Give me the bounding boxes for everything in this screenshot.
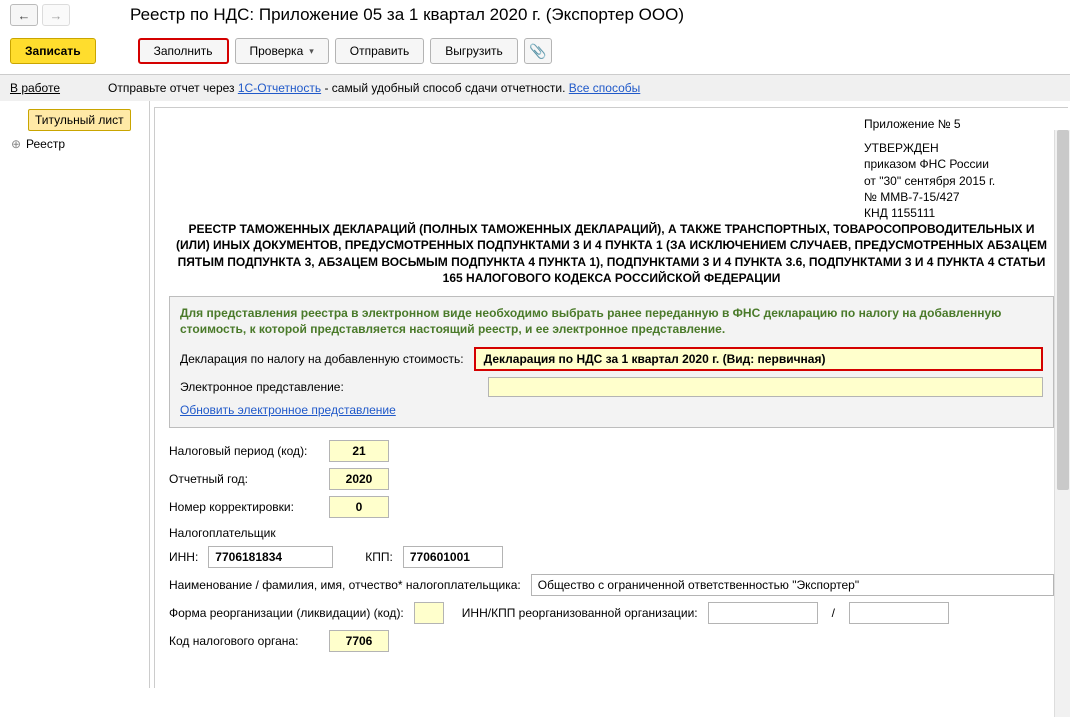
content-area: Приложение № 5 УТВЕРЖДЕН приказом ФНС Ро… [154, 107, 1068, 688]
check-button[interactable]: Проверка ▾ [235, 38, 329, 64]
slash-separator: / [832, 606, 835, 620]
meta-num: № ММВ-7-15/427 [864, 189, 1054, 205]
panel-notice: Для представления реестра в электронном … [180, 305, 1043, 337]
kpp-field[interactable]: 770601001 [403, 546, 503, 568]
one-c-reporting-link[interactable]: 1С-Отчетность [238, 81, 321, 95]
taxorg-field[interactable]: 7706 [329, 630, 389, 652]
period-field[interactable]: 21 [329, 440, 389, 462]
meta-approved: УТВЕРЖДЕН [864, 140, 1054, 156]
tree-item-title-page[interactable]: Титульный лист [28, 109, 131, 131]
name-label: Наименование / фамилия, имя, отчество* н… [169, 578, 521, 592]
reorg-label: Форма реорганизации (ликвидации) (код): [169, 606, 404, 620]
taxpayer-heading: Налогоплательщик [169, 526, 1054, 540]
refresh-eref-link[interactable]: Обновить электронное представление [180, 403, 396, 417]
period-label: Налоговый период (код): [169, 444, 319, 458]
check-button-label: Проверка [250, 44, 304, 58]
arrow-right-icon: → [50, 8, 63, 23]
meta-block: Приложение № 5 УТВЕРЖДЕН приказом ФНС Ро… [864, 116, 1054, 221]
fill-button[interactable]: Заполнить [138, 38, 229, 64]
page-title: Реестр по НДС: Приложение 05 за 1 кварта… [130, 5, 684, 25]
corr-label: Номер корректировки: [169, 500, 319, 514]
write-button[interactable]: Записать [10, 38, 96, 64]
sidebar: Титульный лист ⊕ Реестр [0, 101, 150, 688]
forward-button[interactable]: → [42, 4, 70, 26]
meta-knd: КНД 1155111 [864, 205, 1054, 221]
kpp-label: КПП: [365, 550, 393, 564]
back-button[interactable]: ← [10, 4, 38, 26]
all-ways-link[interactable]: Все способы [569, 81, 641, 95]
export-button[interactable]: Выгрузить [430, 38, 518, 64]
vertical-scrollbar[interactable] [1054, 130, 1070, 717]
expand-icon[interactable]: ⊕ [10, 138, 22, 150]
inn-field[interactable]: 7706181834 [208, 546, 333, 568]
meta-date: от "30" сентября 2015 г. [864, 173, 1054, 189]
decl-label: Декларация по налогу на добавленную стои… [180, 352, 464, 366]
hint-text: Отправьте отчет через 1С-Отчетность - са… [108, 81, 640, 95]
attach-button[interactable]: 📎 [524, 38, 552, 64]
meta-appendix: Приложение № 5 [864, 116, 1054, 132]
arrow-left-icon: ← [18, 8, 31, 23]
eref-field[interactable] [488, 377, 1043, 397]
send-button[interactable]: Отправить [335, 38, 425, 64]
taxorg-label: Код налогового органа: [169, 634, 319, 648]
corr-field[interactable]: 0 [329, 496, 389, 518]
decl-select[interactable]: Декларация по НДС за 1 квартал 2020 г. (… [474, 347, 1043, 371]
meta-order: приказом ФНС России [864, 156, 1054, 172]
reorg-kpp-field[interactable] [849, 602, 949, 624]
status-label[interactable]: В работе [10, 81, 60, 95]
reorg-inn-field[interactable] [708, 602, 818, 624]
inn-label: ИНН: [169, 550, 198, 564]
registry-long-title: РЕЕСТР ТАМОЖЕННЫХ ДЕКЛАРАЦИЙ (ПОЛНЫХ ТАМ… [169, 221, 1054, 286]
year-field[interactable]: 2020 [329, 468, 389, 490]
chevron-down-icon: ▾ [309, 46, 314, 57]
taxpayer-name-field[interactable]: Общество с ограниченной ответственностью… [531, 574, 1054, 596]
scroll-thumb[interactable] [1057, 130, 1069, 490]
reorg-inn-label: ИНН/КПП реорганизованной организации: [462, 606, 698, 620]
year-label: Отчетный год: [169, 472, 319, 486]
tree-item-registry[interactable]: Реестр [26, 137, 65, 151]
declaration-panel: Для представления реестра в электронном … [169, 296, 1054, 428]
eref-label: Электронное представление: [180, 380, 478, 394]
paperclip-icon: 📎 [529, 43, 546, 60]
reorg-code-field[interactable] [414, 602, 444, 624]
